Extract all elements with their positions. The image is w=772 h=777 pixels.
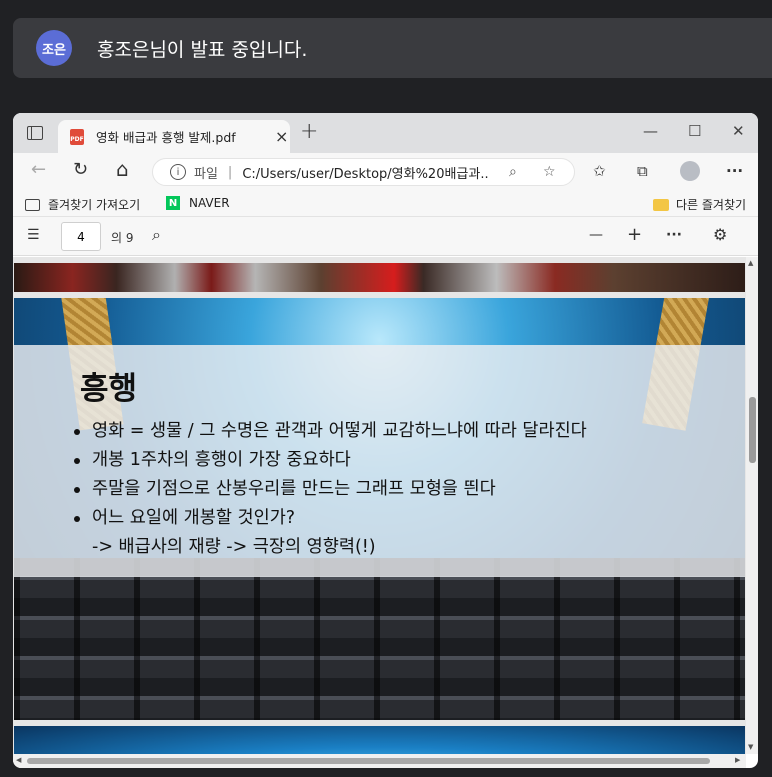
zoom-icon[interactable]: ⌕ <box>509 164 517 180</box>
bookmark-naver[interactable]: N NAVER <box>166 196 230 210</box>
address-bar[interactable]: i 파일 | C:/Users/user/Desktop/영화%20배급과...… <box>152 158 575 186</box>
minimize-button[interactable]: — <box>643 122 658 140</box>
browser-window: PDF 영화 배급과 흥행 발제.pdf × + — ☐ ✕ ← ↻ ⌂ i 파… <box>13 113 758 768</box>
import-icon <box>25 198 40 211</box>
horizontal-scrollbar[interactable]: ◀ ▶ <box>13 754 746 768</box>
pdf-document-area[interactable]: 흥행 영화 = 생물 / 그 수명은 관객과 어떻게 교감하느냐에 따라 달라진… <box>13 257 758 754</box>
list-item: 주말을 기점으로 산봉우리를 만드는 그래프 모형을 띈다 <box>74 475 587 504</box>
bookmark-import[interactable]: 즐겨찾기 가져오기 <box>25 196 140 213</box>
presenter-banner: 조은 홍조은님이 발표 중입니다. <box>13 18 772 78</box>
bookmark-other-label: 다른 즐겨찾기 <box>676 198 747 212</box>
settings-icon[interactable]: ⚙ <box>713 225 727 244</box>
zoom-in-button[interactable]: + <box>627 224 642 245</box>
tab-bar: PDF 영화 배급과 흥행 발제.pdf × + — ☐ ✕ <box>13 113 758 153</box>
scroll-right-icon[interactable]: ▶ <box>735 756 740 764</box>
new-tab-button[interactable]: + <box>300 119 318 144</box>
list-item: 어느 요일에 개봉할 것인가? <box>74 504 587 533</box>
pdf-toolbar: ☰ 4 의 9 ⌕ — + ··· ⚙ <box>13 217 758 256</box>
list-item: 개봉 1주차의 흥행이 가장 중요하다 <box>74 446 587 475</box>
page-number-input[interactable]: 4 <box>61 222 101 251</box>
more-menu-icon[interactable]: ··· <box>726 162 743 180</box>
zoom-out-button[interactable]: — <box>589 227 603 243</box>
list-item-subline: -> 배급사의 재량 -> 극장의 영향력(!) <box>92 537 376 557</box>
address-toolbar: ← ↻ ⌂ i 파일 | C:/Users/user/Desktop/영화%20… <box>13 153 758 189</box>
tab-pdf-document[interactable]: PDF 영화 배급과 흥행 발제.pdf × <box>58 120 290 153</box>
info-icon[interactable]: i <box>170 164 186 180</box>
pdf-more-icon[interactable]: ··· <box>666 227 682 243</box>
close-window-button[interactable]: ✕ <box>732 122 745 140</box>
naver-icon: N <box>166 196 180 210</box>
tab-close-icon[interactable]: × <box>275 127 288 146</box>
refresh-button[interactable]: ↻ <box>73 159 88 180</box>
presenter-message: 홍조은님이 발표 중입니다. <box>97 38 308 61</box>
address-separator: | <box>227 164 233 180</box>
list-item: 영화 = 생물 / 그 수명은 관객과 어떻게 교감하느냐에 따라 달라진다 <box>74 417 587 446</box>
presenter-avatar: 조은 <box>36 30 72 66</box>
pdf-file-icon: PDF <box>70 128 84 145</box>
collections-icon[interactable]: ⧉ <box>637 162 648 180</box>
address-url[interactable]: C:/Users/user/Desktop/영화%20배급과... <box>242 163 490 182</box>
bookmarks-bar: 즐겨찾기 가져오기 N NAVER 다른 즐겨찾기 <box>13 189 758 217</box>
horizontal-scroll-thumb[interactable] <box>27 758 710 764</box>
scroll-up-icon[interactable]: ▲ <box>748 259 753 267</box>
scroll-left-icon[interactable]: ◀ <box>16 756 21 764</box>
add-favorite-icon[interactable]: ☆ <box>543 164 556 180</box>
bookmark-other-folder[interactable]: 다른 즐겨찾기 <box>653 196 746 213</box>
tab-actions-icon[interactable] <box>27 126 43 140</box>
slide-bullet-list: 영화 = 생물 / 그 수명은 관객과 어떻게 교감하느냐에 따라 달라진다 개… <box>74 417 587 562</box>
find-icon[interactable]: ⌕ <box>152 225 161 245</box>
slide-text-panel: 흥행 영화 = 생물 / 그 수명은 관객과 어떻게 교감하느냐에 따라 달라진… <box>14 345 745 577</box>
favorites-icon[interactable]: ✩ <box>593 162 606 180</box>
scroll-down-icon[interactable]: ▼ <box>748 743 753 751</box>
slide-title: 흥행 <box>80 371 138 407</box>
back-button[interactable]: ← <box>31 159 46 180</box>
next-page-image <box>14 726 745 754</box>
contents-icon[interactable]: ☰ <box>27 227 40 243</box>
pdf-page-4: 흥행 영화 = 생물 / 그 수명은 관객과 어떻게 교감하느냐에 따라 달라진… <box>14 298 745 720</box>
theater-seats-image <box>14 558 745 720</box>
maximize-button[interactable]: ☐ <box>688 122 701 140</box>
bookmark-import-label: 즐겨찾기 가져오기 <box>48 198 141 212</box>
folder-icon <box>653 198 669 211</box>
page-count-label: 의 9 <box>111 231 134 245</box>
profile-avatar[interactable] <box>680 161 700 181</box>
vertical-scrollbar[interactable]: ▲ ▼ <box>746 257 758 754</box>
home-button[interactable]: ⌂ <box>116 157 129 181</box>
vertical-scroll-thumb[interactable] <box>749 397 756 463</box>
bookmark-naver-label: NAVER <box>189 196 230 210</box>
address-scheme-label: 파일 <box>194 166 218 182</box>
previous-page-image <box>14 263 745 292</box>
tab-title: 영화 배급과 흥행 발제.pdf <box>96 130 236 145</box>
